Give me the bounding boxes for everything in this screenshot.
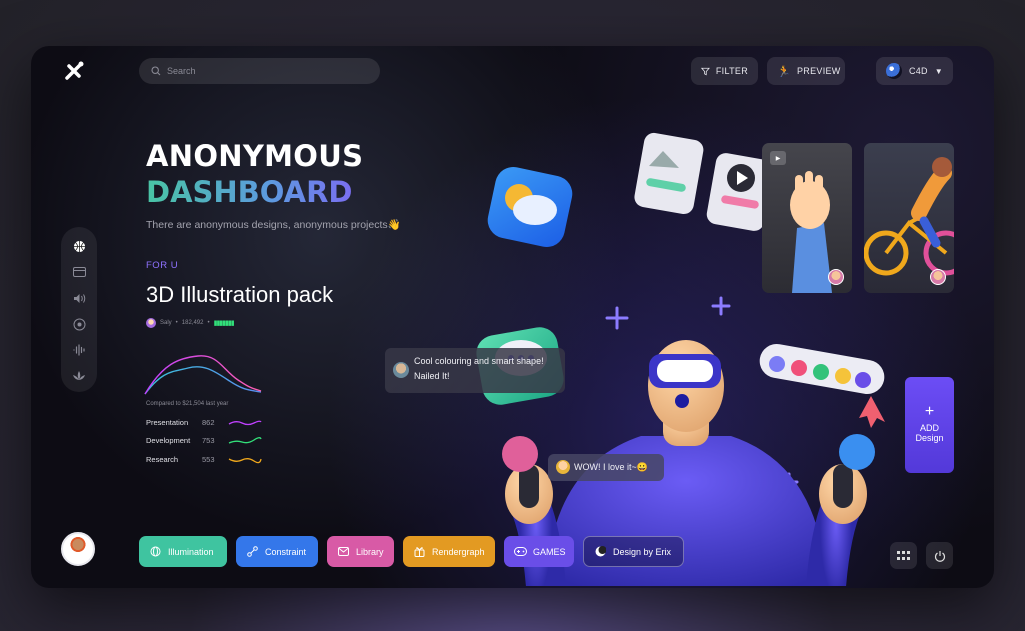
- search-input[interactable]: [167, 66, 367, 76]
- preview-card-hand[interactable]: ▶: [762, 143, 852, 293]
- add-design-button[interactable]: + ADD Design: [905, 377, 954, 473]
- nodes-icon: [246, 545, 259, 558]
- power-button[interactable]: [926, 542, 953, 569]
- c4d-label: C4D: [908, 66, 928, 76]
- creator-avatar[interactable]: [828, 269, 844, 285]
- author-avatar[interactable]: [146, 318, 156, 328]
- stat-value: 753: [202, 436, 215, 445]
- signal-bars-icon: ▮▮▮▮▮▮▮: [213, 320, 235, 327]
- stat-row: Presentation 862: [146, 418, 262, 427]
- dot-separator: •: [207, 320, 210, 326]
- cinema4d-logo-icon: [886, 63, 902, 79]
- chip-label: GAMES: [533, 546, 566, 557]
- stat-value: 553: [202, 455, 215, 464]
- controller-ball-pink: [502, 436, 538, 472]
- filter-icon: [701, 67, 710, 75]
- stat-row: Research 553: [146, 455, 262, 464]
- chip-design-by-erix[interactable]: Design by Erix: [583, 536, 684, 567]
- dashboard-window: FILTER 🏃 PREVIEW C4D ▼ ANONYMOUS DASHBOA…: [31, 46, 994, 588]
- c4d-dropdown[interactable]: C4D ▼: [876, 57, 953, 85]
- dot-separator: •: [175, 320, 178, 326]
- title-line-2: DASHBOARD: [146, 175, 353, 209]
- comment-text: WOW! I love it~😀: [574, 462, 648, 472]
- search-bar[interactable]: [139, 58, 380, 84]
- trend-chart: [144, 355, 262, 395]
- chip-library[interactable]: Library: [327, 536, 394, 567]
- play-icon[interactable]: ▶: [770, 151, 786, 165]
- stat-label: Presentation: [146, 418, 189, 427]
- chip-label: Design by Erix: [613, 546, 672, 557]
- plus-icon: +: [924, 403, 935, 420]
- stat-label: Research: [146, 455, 179, 464]
- add-label-line2: Design: [915, 433, 944, 443]
- gamepad-icon: [514, 545, 527, 558]
- chip-label: Rendergraph: [432, 546, 485, 557]
- chip-constraint[interactable]: Constraint: [236, 536, 318, 567]
- preview-button[interactable]: 🏃 PREVIEW: [767, 57, 845, 85]
- stat-value: 862: [202, 418, 215, 427]
- preview-label: PREVIEW: [797, 66, 841, 76]
- sparkline-orange: [228, 457, 262, 463]
- moon-icon: [594, 545, 607, 558]
- filter-button[interactable]: FILTER: [691, 57, 758, 85]
- mail-icon: [337, 545, 350, 558]
- chip-label: Illumination: [168, 546, 214, 557]
- comparison-note: Compared to $21,504 last year: [146, 401, 229, 407]
- chip-illumination[interactable]: Illumination: [139, 536, 227, 567]
- grid-menu-button[interactable]: [890, 542, 917, 569]
- basketball-icon[interactable]: [70, 237, 88, 255]
- category-chips: Illumination Constraint Library Rendergr…: [139, 536, 684, 567]
- pack-meta: Saly • 182,492 • ▮▮▮▮▮▮▮: [146, 318, 235, 328]
- power-icon: [934, 550, 945, 562]
- subtitle: There are anonymous designs, anonymous p…: [146, 219, 401, 231]
- filter-label: FILTER: [715, 66, 748, 76]
- section-tag: FOR U: [146, 260, 179, 271]
- sidebar: [61, 227, 97, 392]
- search-icon: [151, 66, 161, 76]
- comment-bubble: Cool colouring and smart shape! Nailed I…: [385, 348, 565, 393]
- author-name[interactable]: Saly: [160, 320, 172, 326]
- image-card-icon: [634, 132, 704, 215]
- commenter-avatar[interactable]: [393, 362, 409, 378]
- creator-avatar[interactable]: [930, 269, 946, 285]
- grid-icon: [897, 551, 910, 560]
- comment-text-line2: Nailed It!: [414, 371, 450, 381]
- gift-icon: [413, 545, 426, 558]
- sparkline-purple: [228, 420, 262, 425]
- stat-row: Development 753: [146, 436, 262, 445]
- commenter-avatar[interactable]: [556, 460, 570, 474]
- pack-title[interactable]: 3D Illustration pack: [146, 282, 333, 308]
- controller-ball-blue: [839, 434, 875, 470]
- volume-icon[interactable]: [70, 289, 88, 307]
- chip-label: Constraint: [265, 546, 307, 557]
- title-line-1: ANONYMOUS: [146, 139, 364, 173]
- app-logo-icon[interactable]: [59, 56, 89, 86]
- lotus-icon[interactable]: [70, 367, 88, 385]
- chip-label: Library: [356, 546, 384, 557]
- preview-card-bike[interactable]: [864, 143, 954, 293]
- globe-icon: [149, 545, 162, 558]
- stat-label: Development: [146, 436, 191, 445]
- comment-bubble: WOW! I love it~😀: [548, 454, 664, 481]
- chip-rendergraph[interactable]: Rendergraph: [403, 536, 495, 567]
- view-count: 182,492: [181, 320, 204, 326]
- record-icon[interactable]: [70, 315, 88, 333]
- sparkline-green: [228, 436, 262, 444]
- user-avatar[interactable]: [61, 532, 95, 566]
- comment-text-line1: Cool colouring and smart shape!: [414, 356, 544, 366]
- waveform-icon[interactable]: [70, 341, 88, 359]
- card-icon[interactable]: [70, 263, 88, 281]
- chip-games[interactable]: GAMES: [504, 536, 574, 567]
- chevron-down-icon: ▼: [934, 66, 943, 76]
- add-label-line1: ADD: [919, 423, 939, 433]
- running-icon: 🏃: [777, 65, 791, 78]
